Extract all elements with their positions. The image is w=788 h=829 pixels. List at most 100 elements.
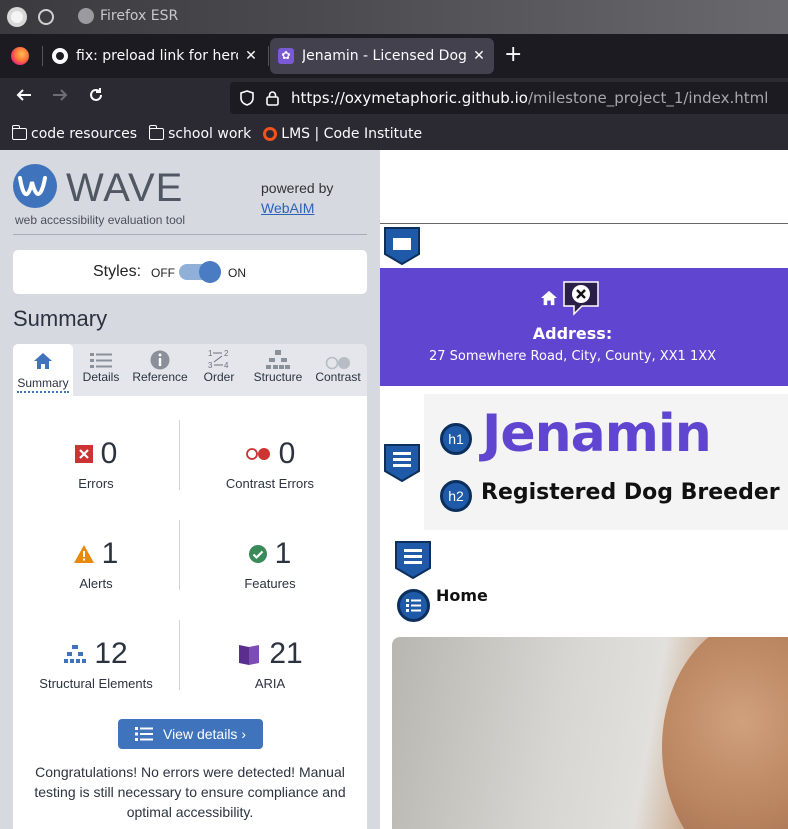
divider bbox=[13, 234, 367, 235]
tab-details[interactable]: Details bbox=[73, 344, 129, 396]
contrast-errors-count: 0 bbox=[278, 437, 296, 470]
features-stat[interactable]: 1 Features bbox=[187, 536, 353, 591]
new-tab-button[interactable]: + bbox=[504, 44, 522, 66]
nav-link-home[interactable]: Home bbox=[436, 586, 488, 605]
divider bbox=[179, 620, 180, 690]
navigation-landmark-icon[interactable] bbox=[395, 541, 431, 579]
list-icon bbox=[134, 727, 153, 741]
address-value: 27 Somewhere Road, City, County, XX1 1XX bbox=[428, 349, 717, 364]
webpage-viewport: Address: 27 Somewhere Road, City, County… bbox=[380, 150, 788, 829]
wave-wordmark: WAVE bbox=[66, 166, 184, 210]
firefox-view-icon[interactable] bbox=[11, 47, 29, 65]
tab-order[interactable]: 1 2 3 4 Order bbox=[191, 344, 247, 396]
tab-close-icon[interactable]: ✕ bbox=[244, 48, 258, 64]
info-icon bbox=[129, 344, 191, 370]
forward-button[interactable] bbox=[48, 86, 72, 110]
bookmark-label: LMS | Code Institute bbox=[281, 126, 423, 142]
styles-off-label: OFF bbox=[151, 266, 175, 280]
window-title-text: Firefox ESR bbox=[100, 8, 179, 24]
tab-close-icon[interactable]: ✕ bbox=[472, 48, 486, 64]
bookmark-label: school work bbox=[168, 126, 252, 142]
tab-reference[interactable]: Reference bbox=[129, 344, 191, 396]
window-close-button[interactable] bbox=[7, 7, 27, 27]
error-icon bbox=[74, 445, 93, 463]
github-icon bbox=[52, 48, 68, 64]
styles-toggle-knob[interactable] bbox=[199, 261, 221, 283]
address-banner: Address: 27 Somewhere Road, City, County… bbox=[380, 268, 788, 386]
header-region-icon[interactable] bbox=[384, 227, 420, 265]
shield-icon[interactable] bbox=[240, 90, 254, 106]
contrast-icon bbox=[309, 344, 367, 370]
firefox-icon bbox=[78, 8, 94, 24]
tab-contrast[interactable]: Contrast bbox=[309, 344, 367, 396]
h2-badge-icon[interactable]: h2 bbox=[440, 480, 472, 512]
tab-jenamin[interactable]: ✿ Jenamin - Licensed Dog B ✕ bbox=[270, 38, 494, 74]
aria-hidden-icon[interactable] bbox=[562, 280, 600, 316]
svg-text:1: 1 bbox=[208, 349, 213, 358]
divider bbox=[179, 420, 180, 490]
summary-panel: 0 Errors 0 Contrast Errors 1 Alerts 1 Fe… bbox=[13, 396, 367, 829]
aria-stat[interactable]: 21 ARIA bbox=[187, 636, 353, 691]
header-landmark-icon[interactable] bbox=[384, 444, 420, 482]
address-label: Address: bbox=[532, 324, 613, 343]
window-maximize-button[interactable] bbox=[38, 9, 54, 25]
structure-icon bbox=[64, 645, 87, 663]
tab-github[interactable]: fix: preload link for hero-i ✕ bbox=[44, 38, 266, 74]
arrow-left-icon bbox=[16, 89, 31, 101]
wave-glyph-icon bbox=[18, 176, 47, 197]
alerts-count: 1 bbox=[101, 537, 119, 570]
list-structure-icon[interactable] bbox=[397, 589, 430, 622]
reload-button[interactable] bbox=[84, 86, 108, 110]
site-tagline: Registered Dog Breeder bbox=[481, 480, 780, 505]
bookmarks-toolbar: code resources school work LMS | Code In… bbox=[0, 118, 788, 150]
congrats-message: Congratulations! No errors were detected… bbox=[34, 764, 346, 820]
view-details-label: View details › bbox=[162, 726, 246, 742]
folder-icon bbox=[11, 125, 27, 140]
contrast-errors-stat[interactable]: 0 Contrast Errors bbox=[187, 436, 353, 491]
home-icon bbox=[13, 344, 73, 370]
svg-text:2: 2 bbox=[224, 349, 229, 358]
tab-bar: fix: preload link for hero-i ✕ ✿ Jenamin… bbox=[0, 34, 788, 78]
wave-tabs: Summary Details Reference 1 2 3 4 Order Str… bbox=[13, 344, 367, 396]
lock-icon[interactable] bbox=[266, 90, 279, 106]
webaim-link[interactable]: WebAIM bbox=[261, 200, 314, 216]
styles-label: Styles: bbox=[93, 263, 142, 280]
contrast-error-icon bbox=[245, 448, 270, 460]
tab-label: fix: preload link for hero-i bbox=[76, 48, 238, 64]
tab-summary[interactable]: Summary bbox=[13, 344, 73, 396]
structural-count: 12 bbox=[94, 637, 128, 670]
order-icon: 1 2 3 4 bbox=[191, 344, 247, 370]
svg-text:4: 4 bbox=[224, 361, 229, 370]
styles-on-label: ON bbox=[228, 266, 246, 280]
bookmark-school-work[interactable]: school work bbox=[148, 125, 252, 142]
svg-text:3: 3 bbox=[208, 361, 213, 370]
contrast-errors-label: Contrast Errors bbox=[225, 476, 315, 491]
page-divider bbox=[380, 223, 788, 224]
errors-label: Errors bbox=[78, 476, 114, 491]
structural-label: Structural Elements bbox=[39, 676, 153, 691]
url-host: https://oxymetaphoric.github.io bbox=[291, 89, 528, 107]
alerts-stat[interactable]: 1 Alerts bbox=[13, 536, 179, 591]
view-details-button[interactable]: View details › bbox=[118, 719, 263, 749]
window-title: Firefox ESR bbox=[78, 8, 178, 24]
bookmark-label: code resources bbox=[31, 126, 138, 142]
structural-stat[interactable]: 12 Structural Elements bbox=[13, 636, 179, 691]
wave-subtitle: web accessibility evaluation tool bbox=[15, 213, 186, 227]
h1-badge-icon[interactable]: h1 bbox=[440, 423, 472, 455]
home-icon bbox=[541, 290, 557, 306]
bookmark-lms[interactable]: LMS | Code Institute bbox=[263, 126, 422, 142]
alerts-label: Alerts bbox=[79, 576, 113, 591]
divider bbox=[179, 520, 180, 590]
arrow-right-icon bbox=[53, 89, 68, 101]
lms-icon bbox=[263, 127, 278, 141]
bookmark-code-resources[interactable]: code resources bbox=[11, 125, 138, 142]
back-button[interactable] bbox=[12, 86, 36, 110]
summary-heading: Summary bbox=[13, 306, 108, 331]
tab-label: Structure bbox=[253, 370, 303, 384]
url-bar[interactable]: https://oxymetaphoric.github.io/mileston… bbox=[230, 82, 788, 114]
errors-stat[interactable]: 0 Errors bbox=[13, 436, 179, 491]
tab-structure[interactable]: Structure bbox=[247, 344, 309, 396]
aria-label: ARIA bbox=[254, 676, 286, 691]
tab-label: Jenamin - Licensed Dog B bbox=[302, 48, 466, 64]
url-text[interactable]: https://oxymetaphoric.github.io/mileston… bbox=[291, 89, 768, 107]
